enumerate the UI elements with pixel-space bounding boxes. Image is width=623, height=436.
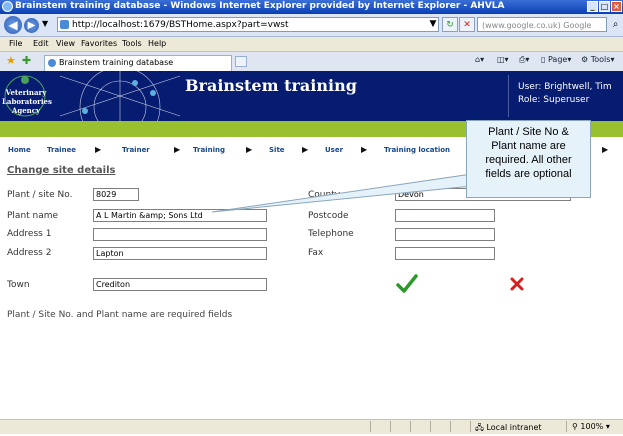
menu-bar: File Edit View Favorites Tools Help <box>0 37 623 52</box>
menu-file[interactable]: File <box>9 39 22 48</box>
address-bar[interactable]: http://localhost:1679/BSTHome.aspx?part=… <box>57 17 439 32</box>
required-fields-note: Plant / Site No. and Plant name are requ… <box>7 310 233 320</box>
search-icon[interactable]: ⌕ <box>609 17 622 32</box>
cancel-cross-icon[interactable] <box>510 277 524 291</box>
nav-home[interactable]: Home <box>8 146 31 154</box>
address1-input[interactable] <box>93 228 267 241</box>
home-icon[interactable]: ⌂▾ <box>475 55 484 64</box>
fax-input[interactable] <box>395 247 495 260</box>
address-dropdown-icon[interactable]: ▼ <box>425 17 441 32</box>
confirm-checkmark-icon[interactable] <box>396 274 418 294</box>
nav-trainer[interactable]: Trainer <box>122 146 150 154</box>
user-info: User: Brightwell, Tim Role: Superuser <box>518 81 612 107</box>
status-cell <box>370 421 371 432</box>
window-title: Brainstem training database - Windows In… <box>15 1 505 11</box>
menu-help[interactable]: Help <box>148 39 166 48</box>
window-title-bar: Brainstem training database - Windows In… <box>0 0 623 14</box>
tools-menu-label: Tools <box>590 55 611 64</box>
forward-button[interactable]: ▶ <box>24 18 39 33</box>
user-name: User: Brightwell, Tim <box>518 82 612 92</box>
status-bar: 🖧 Local intranet ⚲ 100% ▾ <box>0 419 623 434</box>
user-role: Role: Superuser <box>518 95 590 105</box>
zoom-control[interactable]: ⚲ 100% ▾ <box>572 422 610 431</box>
town-input[interactable]: Crediton <box>93 278 267 291</box>
tools-menu-button[interactable]: ⚙ Tools▾ <box>581 55 614 64</box>
logo-line-1: Veterinary <box>5 88 47 97</box>
plant-name-label: Plant name <box>7 211 59 221</box>
add-favorite-icon[interactable]: ✚ <box>22 54 31 67</box>
address2-input[interactable]: Lapton <box>93 247 267 260</box>
nav-arrow-icon: ▶ <box>95 145 102 154</box>
security-zone-label: Local intranet <box>486 423 542 432</box>
ie-icon <box>2 1 13 12</box>
address1-label: Address 1 <box>7 229 52 239</box>
favorites-star-icon[interactable]: ★ <box>6 54 16 67</box>
logo-text: Veterinary Laboratories Agency <box>2 88 52 115</box>
site-header: Veterinary Laboratories Agency Brainstem… <box>0 71 623 121</box>
zoom-icon: ⚲ <box>572 422 578 431</box>
page-title: Change site details <box>7 165 116 176</box>
status-cell <box>450 421 451 432</box>
callout-line-1: Plant / Site No & <box>488 126 569 138</box>
status-cell <box>390 421 391 432</box>
callout-line-2: Plant name are <box>491 140 566 152</box>
status-cell <box>470 421 471 432</box>
history-dropdown-icon[interactable]: ▼ <box>42 19 48 28</box>
menu-edit[interactable]: Edit <box>33 39 49 48</box>
logo-line-3: Agency <box>11 106 41 115</box>
status-cell <box>430 421 431 432</box>
status-cell <box>410 421 411 432</box>
zoom-level: 100% <box>580 422 604 431</box>
tab-bar: ★ ✚ Brainstem training database ⌂▾ ◫▾ ⎙▾… <box>0 52 623 72</box>
status-cell <box>566 421 567 432</box>
address2-label: Address 2 <box>7 248 52 258</box>
back-button[interactable]: ◀ <box>4 16 22 34</box>
maximize-button[interactable]: □ <box>599 1 610 12</box>
nav-trainee[interactable]: Trainee <box>47 146 76 154</box>
plant-site-no-label: Plant / site No. <box>7 190 73 200</box>
town-label: Town <box>7 280 30 290</box>
help-callout: Plant / Site No & Plant name are require… <box>466 120 591 198</box>
search-input[interactable]: (www.google.co.uk) Google <box>477 17 607 32</box>
security-zone: 🖧 Local intranet <box>475 422 542 436</box>
telephone-label: Telephone <box>308 229 354 239</box>
intranet-icon: 🖧 <box>475 423 484 432</box>
logo-line-2: Laboratories <box>2 97 52 106</box>
site-title: Brainstem training <box>185 76 357 95</box>
stop-icon[interactable]: ✕ <box>459 17 475 32</box>
callout-line-3: required. All other <box>485 154 572 166</box>
nav-arrow-icon: ▶ <box>602 145 609 154</box>
new-tab-button[interactable] <box>235 56 247 67</box>
tab-title: Brainstem training database <box>59 58 174 67</box>
telephone-input[interactable] <box>395 228 495 241</box>
menu-view[interactable]: View <box>56 39 75 48</box>
address-text: http://localhost:1679/BSTHome.aspx?part=… <box>72 20 289 30</box>
minimize-button[interactable]: _ <box>587 1 598 12</box>
callout-line-4: fields are optional <box>485 168 572 180</box>
plant-site-no-input[interactable]: 8029 <box>93 188 139 201</box>
menu-favorites[interactable]: Favorites <box>81 39 117 48</box>
feeds-icon[interactable]: ◫▾ <box>497 55 509 64</box>
page-menu-label: Page <box>547 55 568 64</box>
close-window-button[interactable]: × <box>611 1 622 12</box>
header-divider <box>508 75 509 117</box>
address-toolbar: ◀ ▶ ▼ http://localhost:1679/BSTHome.aspx… <box>0 14 623 37</box>
menu-tools[interactable]: Tools <box>122 39 142 48</box>
print-icon[interactable]: ⎙▾ <box>519 55 529 65</box>
refresh-icon[interactable]: ↻ <box>442 17 458 32</box>
network-graphic <box>59 71 181 121</box>
fax-label: Fax <box>308 248 324 258</box>
tab-page-icon <box>48 59 56 67</box>
browser-tab[interactable]: Brainstem training database <box>44 55 232 71</box>
page-icon <box>60 20 69 29</box>
page-menu-button[interactable]: ▯ Page▾ <box>541 55 571 64</box>
